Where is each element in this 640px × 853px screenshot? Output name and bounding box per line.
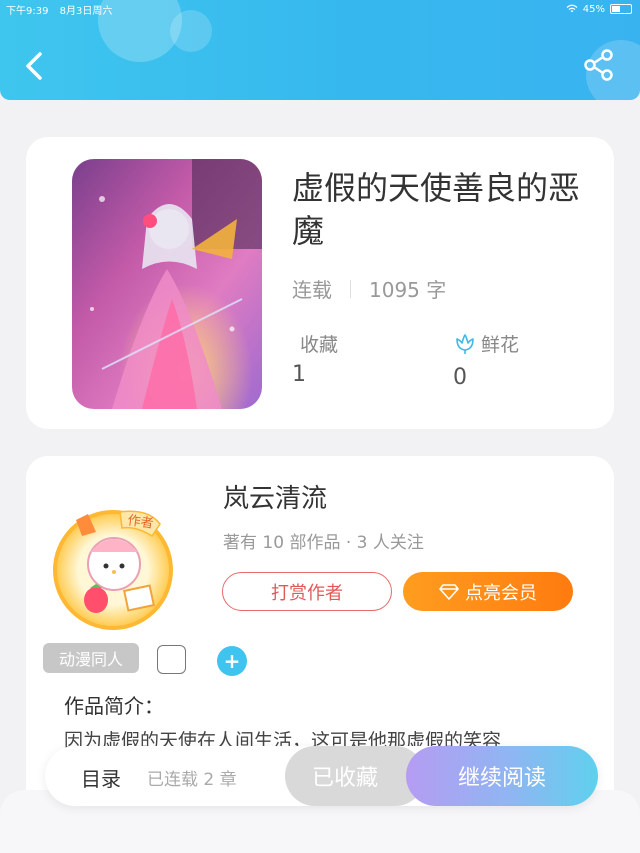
book-cover-image[interactable] — [72, 159, 262, 409]
genre-tag[interactable]: 动漫同人 — [43, 643, 139, 673]
serial-status: 连载 — [292, 278, 332, 302]
favorites-value: 1 — [292, 362, 306, 387]
plus-icon: + — [223, 649, 241, 673]
empty-tag-box[interactable] — [157, 645, 186, 674]
share-icon[interactable] — [582, 48, 616, 82]
toc-button[interactable]: 目录 — [81, 763, 121, 792]
author-meta: 著有 10 部作品 · 3 人关注 — [223, 533, 424, 553]
flowers-label: 鲜花 — [481, 334, 520, 356]
genre-tag-label: 动漫同人 — [58, 650, 123, 669]
header-bubble-decoration — [170, 10, 212, 52]
meta-divider — [350, 279, 351, 298]
wifi-icon — [566, 4, 578, 13]
author-name[interactable]: 岚云清流 — [223, 478, 327, 515]
tip-author-label: 打赏作者 — [271, 582, 343, 604]
battery-icon — [610, 4, 632, 14]
author-avatar[interactable]: 作者 — [48, 502, 178, 632]
vip-button[interactable]: 点亮会员 — [403, 572, 573, 611]
favorites-label: 收藏 — [300, 334, 339, 356]
intro-heading: 作品简介： — [64, 694, 164, 718]
word-count: 1095 字 — [369, 278, 447, 302]
add-tag-button[interactable]: + — [217, 646, 247, 676]
collected-button[interactable]: 已收藏 — [285, 746, 425, 806]
book-meta: 连载 1095 字 — [292, 274, 446, 303]
continue-reading-button[interactable]: 继续阅读 — [406, 746, 598, 806]
book-title: 虚假的天使善良的恶魔 — [292, 169, 581, 250]
vip-label: 点亮会员 — [465, 582, 537, 604]
continue-reading-label: 继续阅读 — [457, 766, 546, 791]
header-bar: 下午9:39 8月3日周六 45% — [0, 0, 640, 100]
chevron-left-icon[interactable] — [18, 46, 52, 86]
status-bar: 下午9:39 8月3日周六 45% — [6, 2, 632, 17]
battery-percent: 45% — [582, 3, 605, 15]
flower-icon — [456, 334, 474, 354]
collected-label: 已收藏 — [311, 766, 378, 791]
tip-author-button[interactable]: 打赏作者 — [222, 572, 392, 611]
status-time: 下午9:39 — [6, 6, 49, 17]
diamond-icon — [439, 583, 459, 600]
status-date: 8月3日周六 — [59, 6, 113, 17]
book-info-card: 虚假的天使善良的恶魔 连载 1095 字 收藏 1 鲜花 0 — [26, 137, 614, 429]
chapter-count: 已连载 2 章 — [147, 770, 237, 790]
bottom-action-bar: 目录 已连载 2 章 已收藏 继续阅读 — [45, 746, 598, 806]
flowers-value: 0 — [453, 365, 467, 390]
